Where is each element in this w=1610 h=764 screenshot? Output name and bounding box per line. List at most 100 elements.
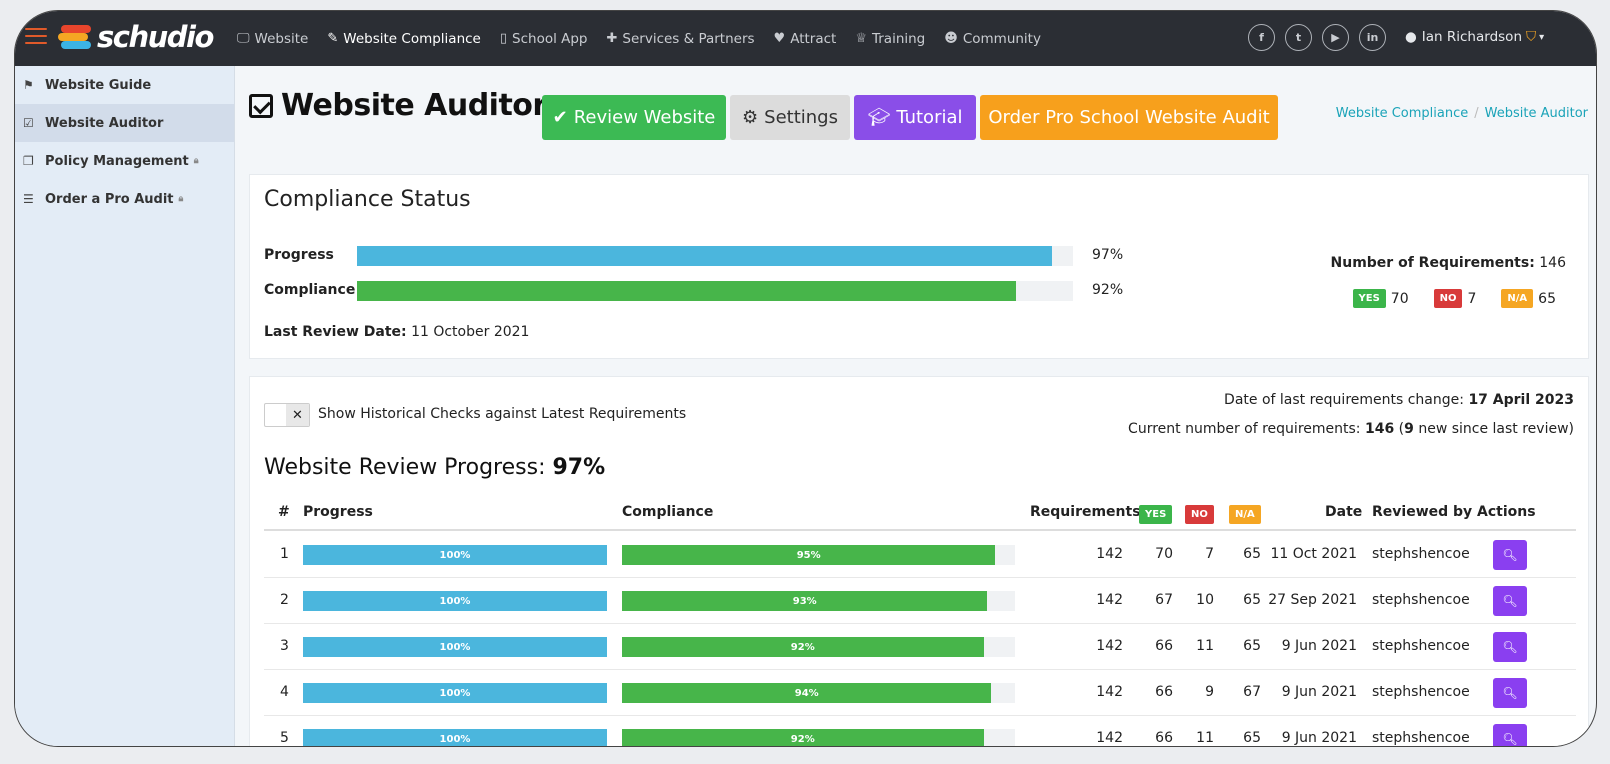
row-yes-count: 70 bbox=[1155, 546, 1173, 562]
facebook-icon[interactable]: f bbox=[1248, 24, 1275, 51]
nav-attract[interactable]: ♥ Attract bbox=[774, 31, 837, 47]
hamburger-menu-icon[interactable] bbox=[25, 28, 47, 46]
row-date: 9 Jun 2021 bbox=[1281, 638, 1357, 654]
table-row: 4 100% 94% 142 66 9 67 9 Jun 2021 stephshencoe 🔍︎ bbox=[264, 670, 1576, 716]
breadcrumb-website-auditor[interactable]: Website Auditor bbox=[1485, 106, 1588, 121]
row-yes-count: 66 bbox=[1155, 684, 1173, 700]
checkbox-icon: ☑ bbox=[23, 116, 34, 130]
row-reviewer: stephshencoe bbox=[1372, 592, 1470, 608]
current-requirements-label: Current number of requirements: bbox=[1128, 421, 1361, 437]
na-count: 65 bbox=[1538, 290, 1556, 307]
logo-text: schudio bbox=[97, 20, 214, 54]
nav-school-app[interactable]: ▯ School App bbox=[500, 31, 588, 47]
top-nav: schudio 🖵 Website ✎ Website Compliance ▯ Scho… bbox=[15, 11, 1596, 66]
nav-website-compliance[interactable]: ✎ Website Compliance bbox=[327, 31, 480, 47]
row-compliance-fill: 92% bbox=[622, 729, 984, 746]
sliders-icon: ☰ bbox=[23, 192, 34, 206]
row-yes-count: 67 bbox=[1155, 592, 1173, 608]
yes-count: 70 bbox=[1390, 290, 1409, 307]
progress-bar-fill bbox=[357, 246, 1052, 266]
row-requirements: 142 bbox=[1096, 730, 1123, 746]
user-icon: ● bbox=[1405, 29, 1417, 45]
page-title: Website Auditor bbox=[249, 88, 547, 123]
row-na-count: 67 bbox=[1243, 684, 1261, 700]
review-progress-value: 97% bbox=[552, 455, 606, 480]
order-pro-audit-button[interactable]: Order Pro School Website Audit bbox=[980, 95, 1278, 140]
sidebar-item-order-a-pro-audit[interactable]: ☰ Order a Pro Audit 🔒︎ bbox=[15, 180, 234, 218]
checkbox-icon bbox=[249, 93, 273, 118]
na-badge: N/A bbox=[1501, 289, 1534, 308]
nav-services-partners[interactable]: ✚ Services & Partners bbox=[607, 31, 755, 47]
user-name: Ian Richardson bbox=[1421, 29, 1522, 45]
nav-label: Attract bbox=[790, 30, 837, 47]
user-menu[interactable]: ● Ian Richardson ⛉ ▾ bbox=[1405, 29, 1544, 45]
review-website-label: Review Website bbox=[573, 107, 716, 128]
linkedin-icon[interactable]: in bbox=[1359, 24, 1386, 51]
table-row: 5 100% 92% 142 66 11 65 9 Jun 2021 stephshencoe 🔍… bbox=[264, 716, 1576, 746]
logo-mark-icon bbox=[58, 25, 93, 49]
requirements-change-date: Date of last requirements change: 17 Apr… bbox=[1224, 392, 1574, 408]
compliance-bar-fill bbox=[357, 281, 1016, 301]
youtube-icon[interactable]: ▶ bbox=[1322, 24, 1349, 51]
settings-button[interactable]: ⚙ Settings bbox=[730, 95, 850, 140]
heart-icon: ♥ bbox=[773, 31, 786, 46]
col-requirements: Requirements bbox=[1030, 504, 1141, 520]
twitter-icon[interactable]: t bbox=[1285, 24, 1312, 51]
graduation-cap-icon: 🎓︎ bbox=[867, 107, 891, 128]
view-review-button[interactable]: 🔍︎ bbox=[1493, 586, 1527, 616]
sidebar-item-website-guide[interactable]: ⚑ Website Guide bbox=[15, 66, 234, 104]
table-row: 1 100% 95% 142 70 7 65 11 Oct 2021 stephshencoe 🔍… bbox=[264, 532, 1576, 578]
row-requirements: 142 bbox=[1096, 684, 1123, 700]
col-na: N/A bbox=[1229, 505, 1261, 524]
row-reviewer: stephshencoe bbox=[1372, 638, 1470, 654]
row-progress-fill: 100% bbox=[303, 591, 607, 611]
search-icon: 🔍︎ bbox=[1502, 640, 1518, 654]
settings-label: Settings bbox=[764, 107, 838, 128]
breadcrumb: Website Compliance / Website Auditor bbox=[1335, 106, 1588, 121]
requirements-change-value: 17 April 2023 bbox=[1468, 392, 1574, 408]
row-num: 3 bbox=[280, 638, 289, 654]
historical-checks-toggle[interactable]: ✕ bbox=[264, 403, 310, 427]
row-reviewer: stephshencoe bbox=[1372, 546, 1470, 562]
view-review-button[interactable]: 🔍︎ bbox=[1493, 632, 1527, 662]
breadcrumb-website-compliance[interactable]: Website Compliance bbox=[1336, 106, 1468, 121]
row-reviewer: stephshencoe bbox=[1372, 730, 1470, 746]
row-reviewer: stephshencoe bbox=[1372, 684, 1470, 700]
row-progress-bar: 100% bbox=[303, 729, 607, 746]
sidebar-item-label: Order a Pro Audit bbox=[45, 191, 174, 207]
sidebar-item-website-auditor[interactable]: ☑ Website Auditor bbox=[15, 104, 234, 142]
row-no-count: 7 bbox=[1205, 546, 1214, 562]
signpost-icon: ⚑ bbox=[23, 78, 34, 92]
row-progress-fill: 100% bbox=[303, 637, 607, 657]
nav-community[interactable]: ☻ Community bbox=[944, 31, 1041, 47]
logo[interactable]: schudio bbox=[58, 19, 214, 55]
historical-checks-label: Show Historical Checks against Latest Re… bbox=[318, 406, 687, 422]
view-review-button[interactable]: 🔍︎ bbox=[1493, 540, 1527, 570]
row-compliance-fill: 92% bbox=[622, 637, 984, 657]
row-progress-fill: 100% bbox=[303, 683, 607, 703]
row-compliance-fill: 94% bbox=[622, 683, 992, 703]
row-compliance-bar: 92% bbox=[622, 729, 1015, 746]
nav-website[interactable]: 🖵 Website bbox=[237, 31, 308, 47]
nav-label: School App bbox=[512, 30, 588, 47]
last-review-date: Last Review Date: 11 October 2021 bbox=[264, 324, 529, 340]
review-website-button[interactable]: ✔ Review Website bbox=[542, 95, 726, 140]
no-badge: NO bbox=[1433, 289, 1463, 308]
nav-training[interactable]: ♕ Training bbox=[855, 31, 925, 47]
view-review-button[interactable]: 🔍︎ bbox=[1493, 678, 1527, 708]
progress-label: Progress bbox=[264, 247, 334, 263]
col-reviewed-by: Reviewed by bbox=[1372, 504, 1473, 520]
tutorial-button[interactable]: 🎓︎ Tutorial bbox=[854, 95, 976, 140]
view-review-button[interactable]: 🔍︎ bbox=[1493, 724, 1527, 746]
sidebar-item-label: Website Auditor bbox=[45, 115, 164, 131]
close-icon: ✕ bbox=[286, 404, 309, 426]
table-row: 2 100% 93% 142 67 10 65 27 Sep 2021 stephshencoe… bbox=[264, 578, 1576, 624]
new-requirements-label: new since last review) bbox=[1418, 421, 1574, 437]
sidebar-item-label: Policy Management bbox=[45, 153, 189, 169]
row-no-count: 10 bbox=[1196, 592, 1214, 608]
compliance-status-card: Compliance Status Progress 97% Complianc… bbox=[249, 174, 1589, 359]
col-progress: Progress bbox=[303, 504, 373, 520]
mobile-icon: ▯ bbox=[499, 31, 508, 46]
chevron-down-icon: ▾ bbox=[1539, 31, 1545, 43]
sidebar-item-policy-management[interactable]: ❐ Policy Management 🔒︎ bbox=[15, 142, 234, 180]
